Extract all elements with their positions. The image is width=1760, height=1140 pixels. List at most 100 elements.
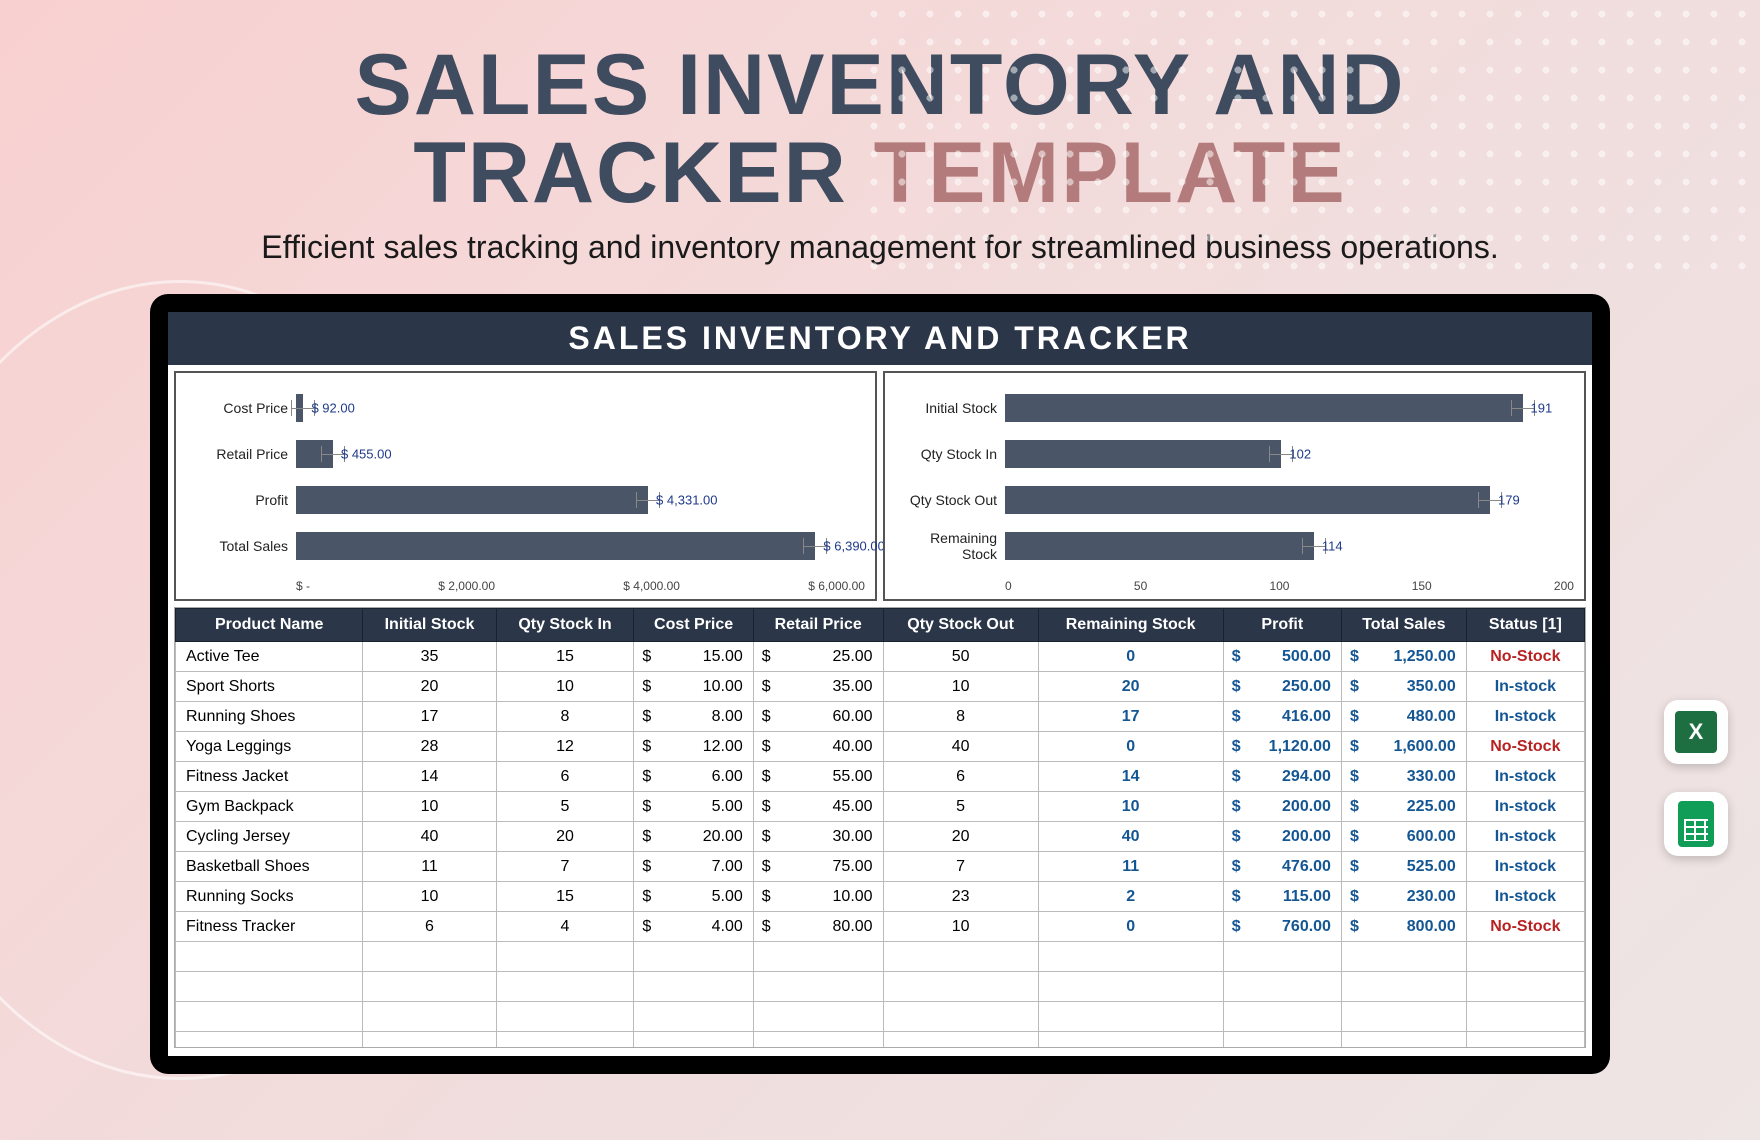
cell: Active Tee <box>176 642 363 672</box>
table-row: Sport Shorts2010$10.00$35.001020$250.00$… <box>176 672 1585 702</box>
col-header: Total Sales <box>1341 609 1466 642</box>
cell: 4 <box>496 912 634 942</box>
cell: $35.00 <box>753 672 883 702</box>
cell: 10 <box>1038 792 1223 822</box>
money-chart: Cost Price$ 92.00Retail Price$ 455.00 Pro… <box>174 371 877 601</box>
chart-bar-value: $ 4,331.00 <box>656 493 717 508</box>
cell: $476.00 <box>1223 852 1341 882</box>
cell: 23 <box>883 882 1038 912</box>
cell: In-stock <box>1466 822 1584 852</box>
table-row-empty <box>176 972 1585 1002</box>
chart-bar-value: $ 92.00 <box>311 401 354 416</box>
cell-empty <box>1038 1032 1223 1049</box>
chart-bar-label: Qty Stock In <box>895 446 1005 462</box>
cell: $330.00 <box>1341 762 1466 792</box>
cell: 10 <box>363 882 496 912</box>
table-row-empty <box>176 942 1585 972</box>
axis-tick: $ 4,000.00 <box>623 579 680 593</box>
cell: 10 <box>363 792 496 822</box>
chart-bar: 179 <box>1005 486 1490 514</box>
cell: 40 <box>1038 822 1223 852</box>
cell: Gym Backpack <box>176 792 363 822</box>
cell: Running Socks <box>176 882 363 912</box>
chart-bar-label: Profit <box>186 492 296 508</box>
cell-empty <box>496 1002 634 1032</box>
chart-bar: $ 92.00 <box>296 394 303 422</box>
cell: $4.00 <box>634 912 753 942</box>
cell-empty <box>1466 1002 1584 1032</box>
cell: In-stock <box>1466 672 1584 702</box>
cell-empty <box>1466 972 1584 1002</box>
cell: 14 <box>1038 762 1223 792</box>
table-row: Fitness Tracker64$4.00$80.00100$760.00$8… <box>176 912 1585 942</box>
cell-empty <box>753 1002 883 1032</box>
cell-empty <box>176 1002 363 1032</box>
col-header: Remaining Stock <box>1038 609 1223 642</box>
table-row-empty <box>176 1032 1585 1049</box>
cell-empty <box>753 1032 883 1049</box>
cell-empty <box>1341 942 1466 972</box>
cell: Fitness Jacket <box>176 762 363 792</box>
cell-empty <box>363 1002 496 1032</box>
axis-tick: $ - <box>296 579 310 593</box>
chart-bar-value: $ 6,390.00 <box>823 539 884 554</box>
table-row: Fitness Jacket146$6.00$55.00614$294.00$3… <box>176 762 1585 792</box>
cell: Running Shoes <box>176 702 363 732</box>
chart-bar-row: Retail Price$ 455.00 <box>186 433 865 475</box>
cell-empty <box>1341 1002 1466 1032</box>
chart-bar-value: 179 <box>1498 493 1520 508</box>
cell: 5 <box>883 792 1038 822</box>
cell: $500.00 <box>1223 642 1341 672</box>
cell: $55.00 <box>753 762 883 792</box>
cell-empty <box>1223 1002 1341 1032</box>
cell: $6.00 <box>634 762 753 792</box>
table-row: Gym Backpack105$5.00$45.00510$200.00$225… <box>176 792 1585 822</box>
cell: 8 <box>496 702 634 732</box>
cell: $200.00 <box>1223 822 1341 852</box>
cell: $75.00 <box>753 852 883 882</box>
cell: 7 <box>883 852 1038 882</box>
excel-icon[interactable] <box>1664 700 1728 764</box>
cell: 35 <box>363 642 496 672</box>
col-header: Product Name <box>176 609 363 642</box>
cell: $250.00 <box>1223 672 1341 702</box>
chart-bar-track: $ 6,390.00 <box>296 532 865 560</box>
chart-bar-track: $ 92.00 <box>296 394 865 422</box>
col-header: Qty Stock In <box>496 609 634 642</box>
google-sheets-icon[interactable] <box>1664 792 1728 856</box>
cell: 7 <box>496 852 634 882</box>
chart-bar-row: Cost Price$ 92.00 <box>186 387 865 429</box>
chart-bar-label: Total Sales <box>186 538 296 554</box>
cell: 0 <box>1038 642 1223 672</box>
cell: Sport Shorts <box>176 672 363 702</box>
cell: 20 <box>496 822 634 852</box>
chart-bar-label: Initial Stock <box>895 400 1005 416</box>
cell: 17 <box>363 702 496 732</box>
title-accent: TEMPLATE <box>874 125 1347 221</box>
chart-bar-value: 191 <box>1531 401 1553 416</box>
chart-bar-row: Qty Stock Out179 <box>895 479 1574 521</box>
col-header: Retail Price <box>753 609 883 642</box>
cell-empty <box>883 1002 1038 1032</box>
chart-bar-value: $ 455.00 <box>341 447 392 462</box>
cell: $20.00 <box>634 822 753 852</box>
cell: Cycling Jersey <box>176 822 363 852</box>
cell: $1,250.00 <box>1341 642 1466 672</box>
table-row: Yoga Leggings2812$12.00$40.00400$1,120.0… <box>176 732 1585 762</box>
chart-bar-label: Qty Stock Out <box>895 492 1005 508</box>
cell: $350.00 <box>1341 672 1466 702</box>
charts-row: Cost Price$ 92.00Retail Price$ 455.00 Pro… <box>168 365 1592 607</box>
axis-tick: 0 <box>1005 579 1012 593</box>
cell: 20 <box>363 672 496 702</box>
cell: $80.00 <box>753 912 883 942</box>
cell: No-Stock <box>1466 642 1584 672</box>
cell-empty <box>634 1032 753 1049</box>
col-header: Initial Stock <box>363 609 496 642</box>
cell-empty <box>1038 1002 1223 1032</box>
cell: $600.00 <box>1341 822 1466 852</box>
cell: 11 <box>363 852 496 882</box>
col-header: Cost Price <box>634 609 753 642</box>
col-header: Qty Stock Out <box>883 609 1038 642</box>
chart-bar-track: $ 4,331.00 <box>296 486 865 514</box>
cell: Yoga Leggings <box>176 732 363 762</box>
